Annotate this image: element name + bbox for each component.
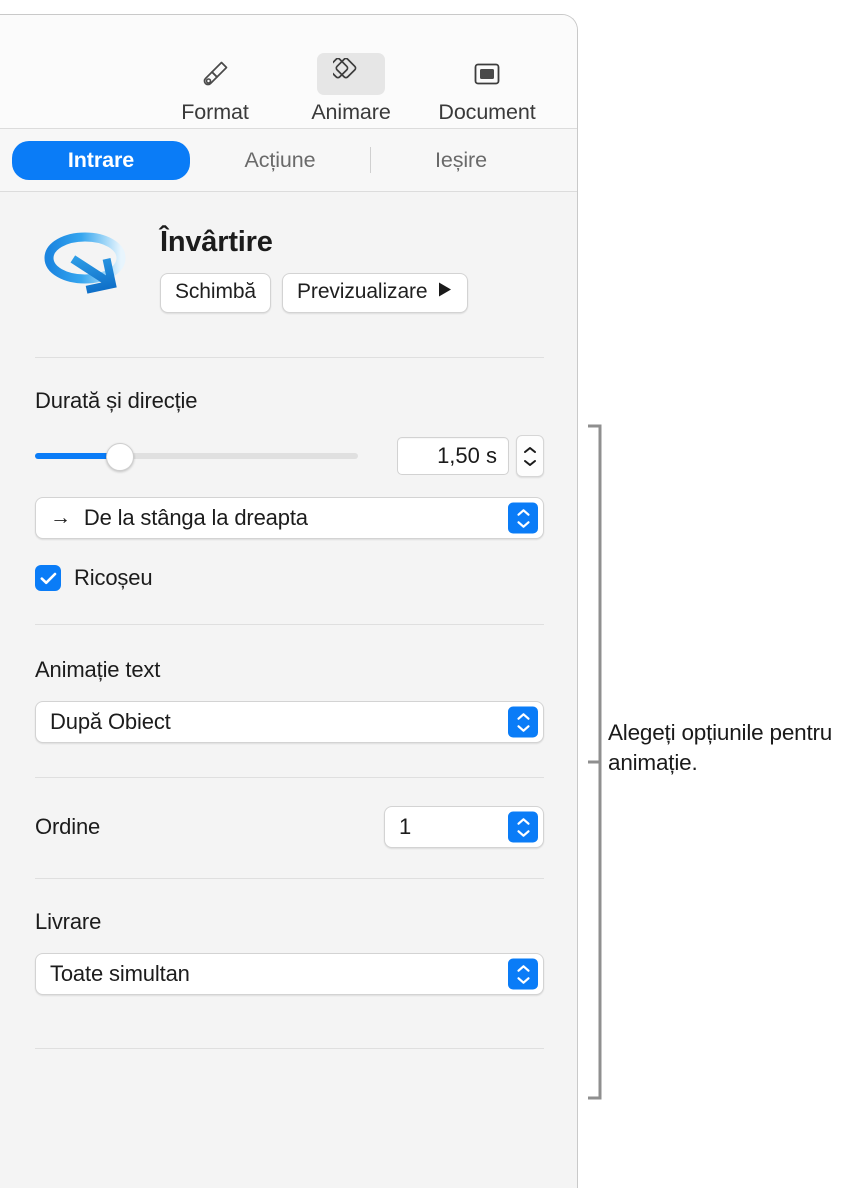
- tab-iesire[interactable]: Ieșire: [371, 141, 551, 180]
- duration-slider[interactable]: [35, 443, 358, 471]
- popup-chevrons-icon: [508, 958, 538, 990]
- delivery-popup[interactable]: Toate simultan: [35, 953, 544, 995]
- document-icon: [453, 53, 521, 95]
- slider-thumb[interactable]: [106, 443, 134, 471]
- effect-title: Învârtire: [160, 226, 273, 258]
- popup-chevrons-icon: [508, 502, 538, 534]
- rotate-swirl-arrow-icon: [30, 218, 148, 323]
- toolbar-label-format: Format: [181, 100, 249, 124]
- popup-chevrons-icon: [508, 811, 538, 843]
- callout-annotation: Alegeți opțiunile pentru animație.: [586, 424, 836, 1100]
- effect-summary: Învârtire Schimbă Previzualizare: [0, 192, 577, 323]
- delivery-section: Livrare Toate simultan: [0, 879, 577, 995]
- delivery-value: Toate simultan: [50, 961, 190, 986]
- preview-effect-button[interactable]: Previzualizare: [282, 273, 468, 313]
- chevron-up-icon: [524, 446, 536, 453]
- animation-stage-tabs: Intrare Acțiune Ieșire: [0, 129, 577, 192]
- change-effect-button[interactable]: Schimbă: [160, 273, 272, 313]
- toolbar-label-animare: Animare: [311, 100, 391, 124]
- toolbar-item-document[interactable]: Document: [419, 15, 555, 125]
- inspector-toolbar: Format Animare Document: [0, 15, 577, 129]
- checkmark-icon: [39, 572, 56, 584]
- order-label: Ordine: [35, 814, 101, 839]
- callout-text: Alegeți opțiunile pentru animație.: [608, 720, 833, 775]
- order-row: Ordine 1: [35, 806, 544, 848]
- delivery-label: Livrare: [35, 909, 102, 934]
- order-section: Ordine 1: [0, 778, 577, 848]
- toolbar-label-document: Document: [438, 100, 536, 124]
- change-effect-label: Schimbă: [175, 280, 257, 303]
- duration-row: 1,50 s: [35, 435, 544, 477]
- text-animation-value: După Obiect: [50, 709, 171, 734]
- duration-section-label: Durată și direcție: [35, 388, 198, 413]
- bounce-checkbox[interactable]: [35, 565, 61, 591]
- duration-section: Durată și direcție 1,50 s → De la stânga…: [0, 358, 577, 591]
- animate-diamonds-icon: [317, 53, 385, 95]
- paintbrush-icon: [181, 53, 249, 95]
- text-animation-popup[interactable]: După Obiect: [35, 701, 544, 743]
- text-animation-section: Animație text După Obiect: [0, 625, 577, 743]
- toolbar-item-animare[interactable]: Animare: [283, 15, 419, 125]
- bounce-label: Ricoșeu: [74, 565, 153, 590]
- order-popup[interactable]: 1: [384, 806, 544, 848]
- play-triangle-icon: [437, 280, 453, 304]
- duration-stepper[interactable]: [516, 435, 544, 477]
- direction-value: De la stânga la dreapta: [83, 505, 308, 530]
- direction-popup[interactable]: → De la stânga la dreapta: [35, 497, 544, 539]
- tab-intrare[interactable]: Intrare: [12, 140, 190, 180]
- bounce-row[interactable]: Ricoșeu: [35, 565, 544, 591]
- text-animation-label: Animație text: [35, 657, 161, 682]
- preview-effect-label: Previzualizare: [297, 280, 428, 303]
- inspector-body: Învârtire Schimbă Previzualizare Durată …: [0, 192, 577, 1049]
- toolbar-item-format[interactable]: Format: [147, 15, 283, 125]
- chevron-down-icon: [524, 459, 536, 466]
- divider-bottom: [35, 1048, 544, 1049]
- duration-value-field[interactable]: 1,50 s: [397, 437, 509, 475]
- right-arrow-icon: →: [50, 506, 71, 529]
- animation-inspector-panel: Format Animare Document Intrare Acțiune …: [0, 14, 578, 1188]
- order-value: 1: [399, 814, 412, 839]
- popup-chevrons-icon: [508, 706, 538, 738]
- tab-actiune[interactable]: Acțiune: [190, 141, 370, 180]
